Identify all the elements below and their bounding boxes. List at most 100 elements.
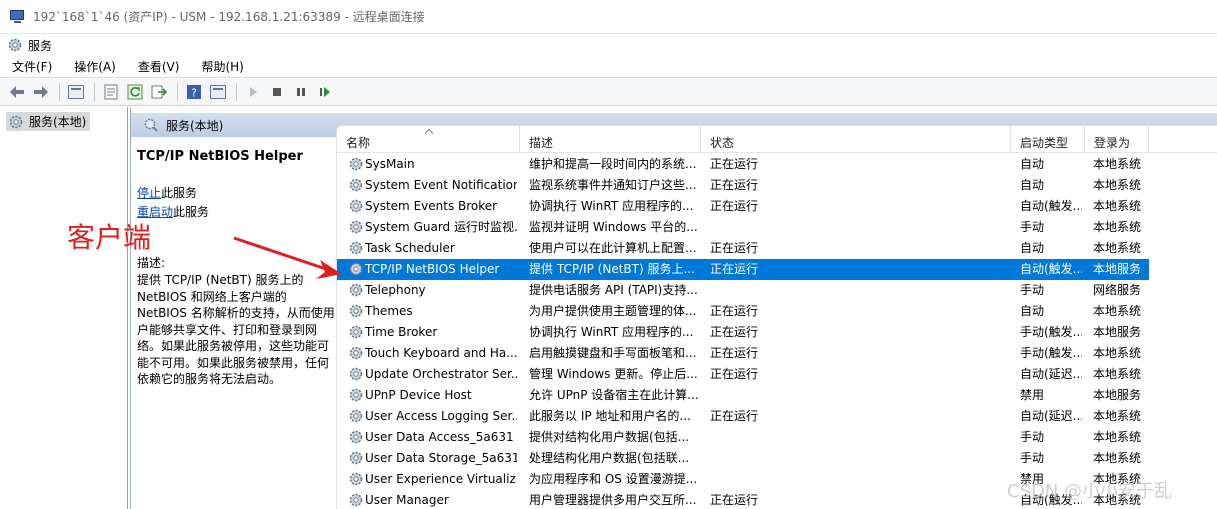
column-header-status[interactable]: 状态 [701, 126, 1011, 153]
services-panel: 服务(本地) TCP/IP NetBIOS Helper 停止此服务 重启动此服… [130, 107, 1217, 509]
table-row[interactable]: TCP/IP NetBIOS Helper 提供 TCP/IP (NetBT) 服… [337, 259, 1149, 280]
export-list-button[interactable] [148, 81, 170, 103]
watermark: CSDN @小小安于乱 [1007, 481, 1173, 502]
cell-logon: 本地系统 [1093, 367, 1142, 381]
tree-item-label: 服务(本地) [29, 115, 87, 129]
properties-button[interactable] [100, 81, 122, 103]
toolbar: ? [0, 79, 1217, 106]
cell-status [710, 469, 1000, 490]
cell-name: Task Scheduler [365, 241, 455, 255]
column-header-name[interactable]: 名称 [337, 126, 520, 153]
window-title: 192`168`1`46 (资产IP) - USM - 192.168.1.21… [33, 10, 425, 24]
service-description-pane: TCP/IP NetBIOS Helper 停止此服务 重启动此服务 描述: 提… [131, 137, 336, 509]
back-arrow-icon [10, 86, 24, 98]
show-console-tree-button[interactable] [65, 81, 87, 103]
cell-description: 处理结构化用户数据(包括联... [529, 451, 690, 465]
cell-startup: 自动(延迟... [1020, 367, 1082, 381]
service-gear-icon [349, 220, 363, 234]
table-row[interactable]: SysMain 维护和提高一段时间内的系统... 正在运行 自动 本地系统 [337, 154, 1149, 175]
panel-header-title: 服务(本地) [166, 118, 224, 133]
column-header-description[interactable]: 描述 [520, 126, 701, 153]
menu-help[interactable]: 帮助(H) [197, 57, 247, 76]
show-action-pane-button[interactable] [207, 81, 229, 103]
cell-startup: 自动 [1020, 241, 1045, 255]
toolbar-separator [236, 83, 237, 101]
forward-button[interactable] [30, 81, 52, 103]
restart-service-button[interactable] [314, 81, 336, 103]
cell-logon: 本地系统 [1093, 430, 1142, 444]
stop-icon [273, 88, 281, 96]
table-row[interactable]: Time Broker 协调执行 WinRT 应用程序的... 正在运行 手动(触发.… [337, 322, 1149, 343]
cell-description: 协调执行 WinRT 应用程序的... [529, 325, 694, 339]
service-gear-icon [349, 325, 363, 339]
export-icon [151, 85, 167, 99]
cell-startup: 自动(触发... [1020, 199, 1082, 213]
cell-status: 正在运行 [710, 493, 759, 507]
refresh-button[interactable] [124, 81, 146, 103]
cell-logon: 本地系统 [1093, 220, 1142, 234]
cell-description: 监视并证明 Windows 平台的... [529, 220, 698, 234]
cell-description: 启用触摸键盘和手写面板笔和... [529, 346, 697, 360]
cell-logon: 本地系统 [1093, 157, 1142, 171]
cell-name: User Data Access_5a631 [365, 430, 514, 444]
cell-description: 用户管理器提供多用户交互所... [529, 493, 697, 507]
service-gear-icon [349, 262, 363, 276]
cell-status: 正在运行 [710, 367, 759, 381]
stop-service-link[interactable]: 停止 [137, 186, 161, 200]
column-header-startup-type[interactable]: 启动类型 [1011, 126, 1085, 153]
cell-description: 提供对结构化用户数据(包括... [529, 430, 690, 444]
table-row[interactable]: System Event Notification... 监视系统事件并通知订户这… [337, 175, 1149, 196]
cell-logon: 本地系统 [1093, 409, 1142, 423]
service-gear-icon [349, 493, 363, 507]
table-row[interactable]: Update Orchestrator Ser... 管理 Windows 更新。… [337, 364, 1149, 385]
cell-name: Touch Keyboard and Ha... [365, 346, 517, 360]
cell-description: 提供电话服务 API (TAPI)支持... [529, 283, 698, 297]
cell-name: Themes [365, 304, 413, 318]
cell-description: 允许 UPnP 设备宿主在此计算... [529, 388, 699, 402]
app-titlebar: 服务 [0, 34, 1217, 56]
cell-name: Time Broker [365, 325, 438, 339]
action-pane-icon [210, 85, 226, 99]
tree-item-services-local[interactable]: 服务(本地) [6, 112, 91, 131]
cell-name: Update Orchestrator Ser... [365, 367, 517, 381]
stop-action: 停止此服务 [137, 184, 336, 201]
cell-description: 为应用程序和 OS 设置漫游提... [529, 472, 698, 486]
cell-name: User Data Storage_5a631 [365, 451, 517, 465]
help-button[interactable]: ? [183, 81, 205, 103]
service-gear-icon [349, 409, 363, 423]
pause-service-button[interactable] [290, 81, 312, 103]
services-list: 名称 描述 状态 启动类型 登录为 SysMain 维护和提高一段时间内的系统..… [336, 125, 1217, 509]
annotation-arrow-icon [233, 236, 342, 279]
column-header-logon-as[interactable]: 登录为 [1085, 126, 1149, 153]
menu-file[interactable]: 文件(F) [8, 57, 56, 76]
table-row[interactable]: Task Scheduler 使用户可以在此计算机上配置... 正在运行 自动 本地系统 [337, 238, 1149, 259]
table-row[interactable]: User Access Logging Ser... 此服务以 IP 地址和用户名… [337, 406, 1149, 427]
cell-status [710, 280, 1000, 301]
services-gear-icon [8, 38, 22, 52]
cell-logon: 本地系统 [1093, 304, 1142, 318]
restart-action: 重启动此服务 [137, 203, 336, 220]
cell-status: 正在运行 [710, 178, 759, 192]
table-row[interactable]: User Data Storage_5a631 处理结构化用户数据(包括联... 手… [337, 448, 1149, 469]
table-row[interactable]: System Events Broker 协调执行 WinRT 应用程序的... 正… [337, 196, 1149, 217]
cell-name: System Event Notification... [365, 178, 517, 192]
start-service-button[interactable] [242, 81, 264, 103]
cell-status: 正在运行 [710, 409, 759, 423]
annotation-label: 客户端 [67, 221, 152, 254]
table-row[interactable]: User Data Access_5a631 提供对结构化用户数据(包括... 手动… [337, 427, 1149, 448]
table-row[interactable]: Telephony 提供电话服务 API (TAPI)支持... 手动 网络服务 [337, 280, 1149, 301]
table-row[interactable]: Themes 为用户提供使用主题管理的体... 正在运行 自动 本地系统 [337, 301, 1149, 322]
table-row[interactable]: UPnP Device Host 允许 UPnP 设备宿主在此计算... 禁用 本地服… [337, 385, 1149, 406]
cell-name: User Experience Virtualiz... [365, 472, 517, 486]
search-gear-icon [144, 118, 158, 132]
refresh-icon [127, 84, 143, 100]
service-gear-icon [349, 283, 363, 297]
table-row[interactable]: System Guard 运行时监视... 监视并证明 Windows 平台的..… [337, 217, 1149, 238]
table-row[interactable]: Touch Keyboard and Ha... 启用触摸键盘和手写面板笔和...… [337, 343, 1149, 364]
console-tree-icon [68, 85, 84, 99]
cell-status [710, 217, 1000, 238]
back-button[interactable] [6, 81, 28, 103]
menu-view[interactable]: 查看(V) [134, 57, 184, 76]
menu-action[interactable]: 操作(A) [70, 57, 120, 76]
stop-service-button[interactable] [266, 81, 288, 103]
